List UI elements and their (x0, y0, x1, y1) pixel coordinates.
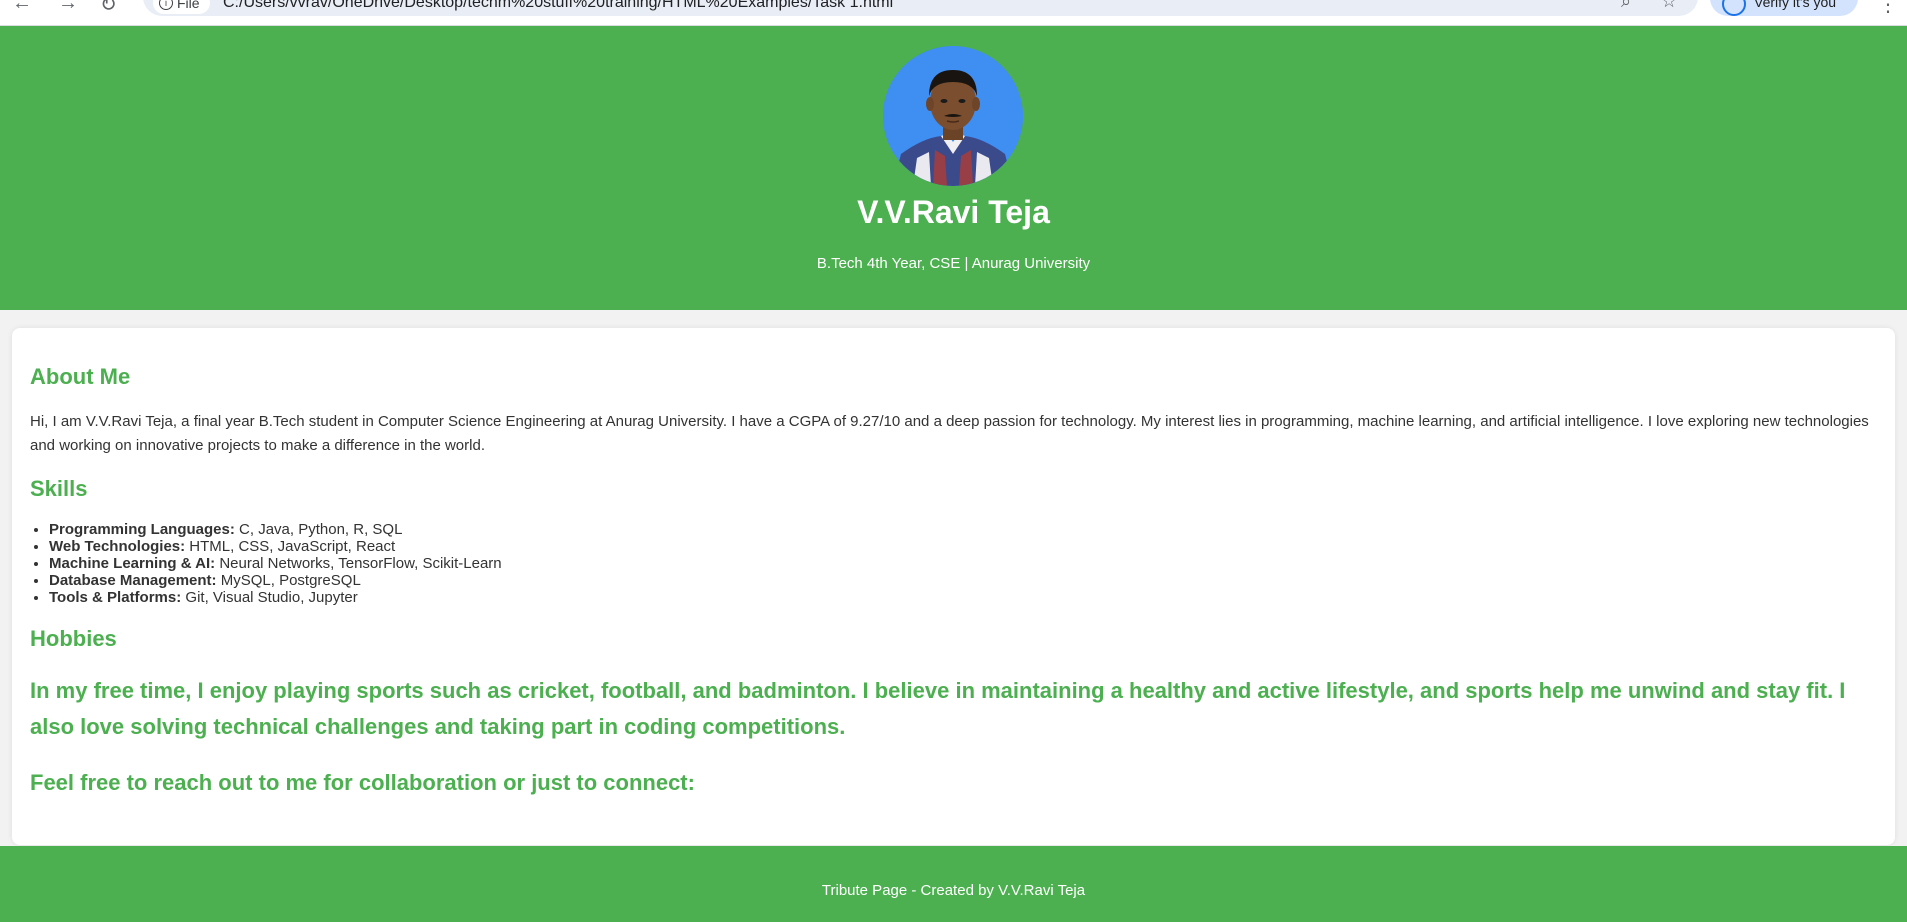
skill-category: Tools & Platforms: (49, 589, 182, 606)
skill-category: Database Management: (49, 572, 217, 589)
site-info-label: File (177, 0, 200, 11)
site-info-chip[interactable]: i File (153, 0, 210, 14)
profile-button[interactable]: Verify it's you (1710, 0, 1858, 16)
skills-heading: Skills (30, 476, 88, 501)
profile-label: Verify it's you (1754, 0, 1837, 10)
info-icon: i (159, 0, 173, 10)
page-subtitle: B.Tech 4th Year, CSE | Anurag University (816, 255, 1091, 272)
page-title: V.V.Ravi Teja (857, 194, 1050, 230)
content-card: About Me Hi, I am V.V.Ravi Teja, a final… (12, 328, 1895, 845)
skill-values: MySQL, PostgreSQL (220, 572, 361, 589)
browser-menu-icon[interactable]: ⋮ (1878, 0, 1898, 17)
browser-toolbar: ← → ↻ i File C:/Users/vvrav/OneDrive/Des… (0, 0, 1907, 26)
footer-text: Tribute Page - Created by V.V.Ravi Teja (821, 882, 1086, 899)
list-item: Database Management: MySQL, PostgreSQL (49, 572, 502, 589)
hobbies-paragraph: In my free time, I enjoy playing sports … (30, 678, 1846, 739)
skills-list: Programming Languages: C, Java, Python, … (30, 521, 502, 606)
skill-category: Web Technologies: (49, 538, 186, 555)
hobbies-heading: Hobbies (30, 626, 117, 651)
reload-icon[interactable]: ↻ (100, 0, 117, 17)
page-footer: Tribute Page - Created by V.V.Ravi Teja (0, 846, 1907, 922)
list-item: Tools & Platforms: Git, Visual Studio, J… (49, 589, 502, 606)
skill-category: Machine Learning & AI: (49, 555, 216, 572)
list-item: Web Technologies: HTML, CSS, JavaScript,… (49, 538, 502, 555)
zoom-icon[interactable]: ⌕ (1621, 0, 1631, 12)
contact-prompt: Feel free to reach out to me for collabo… (30, 770, 695, 795)
skill-values: HTML, CSS, JavaScript, React (189, 538, 396, 555)
forward-arrow-icon[interactable]: → (58, 0, 78, 15)
about-paragraph: Hi, I am V.V.Ravi Teja, a final year B.T… (30, 413, 1869, 454)
list-item: Programming Languages: C, Java, Python, … (49, 521, 502, 538)
profile-photo (883, 46, 1023, 186)
back-arrow-icon[interactable]: ← (12, 0, 32, 15)
skill-values: C, Java, Python, R, SQL (239, 521, 403, 538)
skill-category: Programming Languages: (49, 521, 235, 538)
skill-values: Neural Networks, TensorFlow, Scikit-Lear… (219, 555, 502, 572)
skill-values: Git, Visual Studio, Jupyter (185, 589, 358, 606)
list-item: Machine Learning & AI: Neural Networks, … (49, 555, 502, 572)
bookmark-star-icon[interactable]: ☆ (1661, 0, 1677, 12)
page-header: V.V.Ravi Teja B.Tech 4th Year, CSE | Anu… (0, 26, 1907, 310)
address-bar[interactable]: i File C:/Users/vvrav/OneDrive/Desktop/t… (143, 0, 1698, 16)
portrait-image (883, 46, 1023, 186)
profile-icon (1722, 0, 1746, 16)
url-text[interactable]: C:/Users/vvrav/OneDrive/Desktop/techm%20… (223, 0, 893, 12)
about-heading: About Me (30, 364, 131, 389)
